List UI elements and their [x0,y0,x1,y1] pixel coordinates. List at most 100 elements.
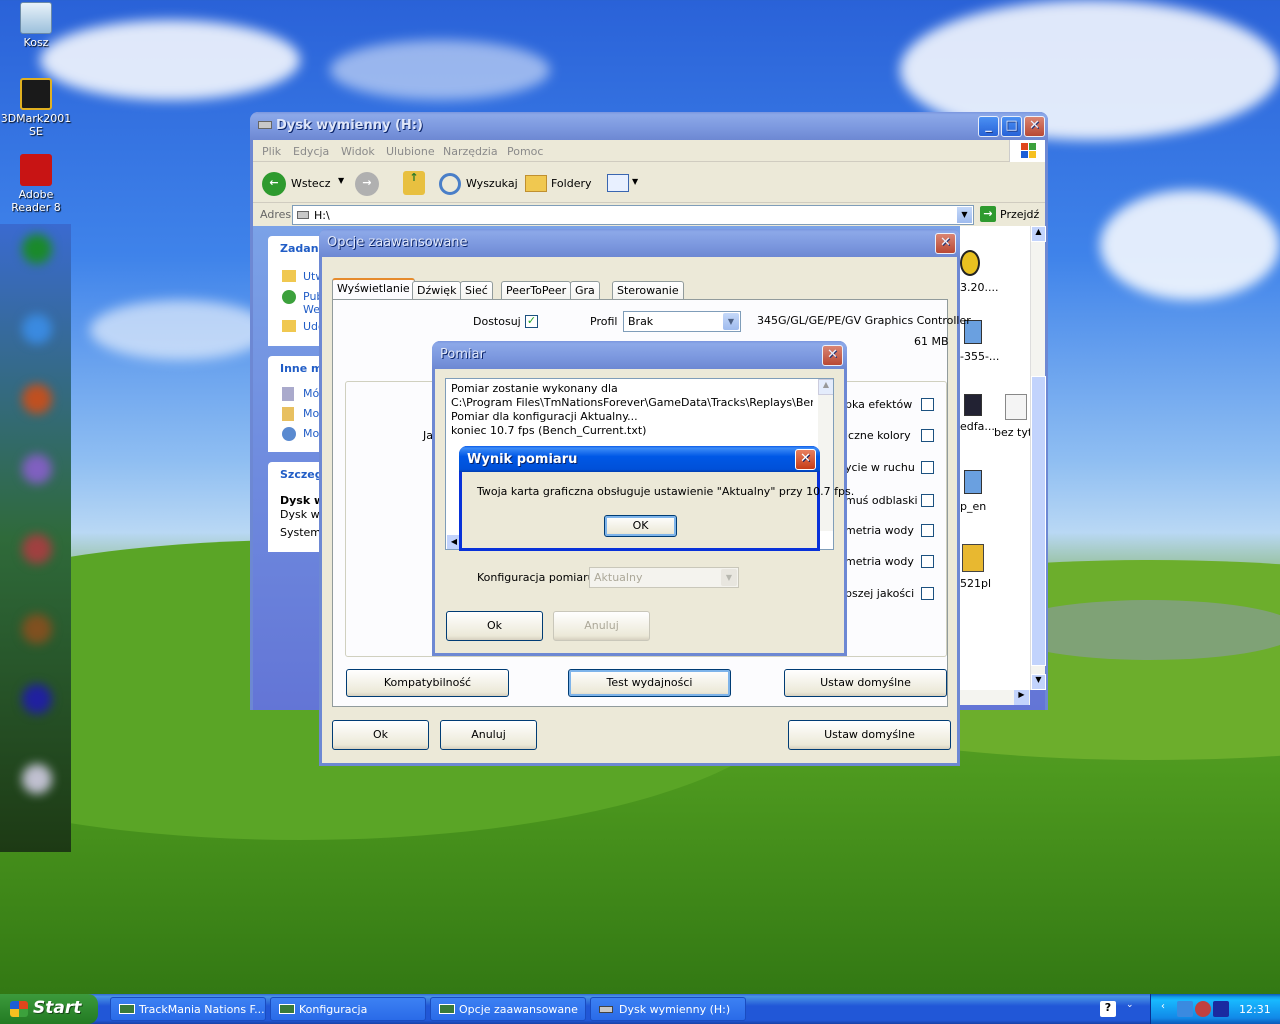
menu-edit[interactable]: Edycja [293,145,329,158]
address-input[interactable]: H:\ ▼ [292,205,974,225]
views-icon[interactable] [607,174,629,192]
exe-icon[interactable] [964,470,982,494]
option-checkbox[interactable] [921,398,934,411]
task-panel: Zadania Utw Pub Wel Udo [268,236,330,346]
tab-display[interactable]: Wyświetlanie [332,278,415,300]
task-advanced-options[interactable]: Opcje zaawansowane [430,997,586,1021]
option-checkbox[interactable] [921,555,934,568]
display-icon[interactable] [1213,1001,1229,1017]
show-hidden-icons-icon[interactable]: ‹ [1161,1001,1177,1017]
scroll-up-icon[interactable]: ▲ [818,379,833,395]
reset-defaults-button[interactable]: Ustaw domyślne [784,669,947,697]
tab-game[interactable]: Gra [570,281,600,300]
scroll-up-icon[interactable]: ▲ [1031,226,1046,242]
close-button[interactable]: ✕ [822,345,843,366]
performance-test-button[interactable]: Test wydajności [568,669,731,697]
file-label[interactable]: 521pl [960,577,991,590]
option-checkbox[interactable] [921,494,934,507]
folder-up-icon[interactable]: ↑ [403,171,425,195]
back-button[interactable]: Wstecz [291,177,331,190]
compatibility-button[interactable]: Kompatybilność [346,669,509,697]
customize-checkbox[interactable]: ✓ [525,315,538,328]
other-places-panel: Inne m Mój Moj Moj [268,356,324,452]
menu-view[interactable]: Widok [341,145,375,158]
forward-arrow-icon[interactable]: → [355,172,379,196]
file-list: 3.20.... -355-... edfa... bez tytu p_en … [960,226,1039,690]
file-label[interactable]: 3.20.... [960,281,998,294]
paint-file-icon[interactable] [1005,394,1027,420]
search-button[interactable]: Wyszukaj [466,177,518,190]
measurement-config-label: Konfiguracja pomiaru [477,571,595,584]
measurement-title-bar[interactable]: Pomiar ✕ [432,341,847,369]
result-ok-button[interactable]: OK [604,515,677,537]
archive-icon[interactable] [962,544,984,572]
file-icon[interactable] [960,250,980,276]
desktop-icon-label: 3DMark2001 SE [0,112,72,138]
profile-select[interactable]: Brak ▼ [623,311,741,332]
scroll-down-icon[interactable]: ▼ [1031,674,1046,690]
log-scrollbar[interactable]: ▲ [818,379,833,531]
help-icon[interactable]: ? [1100,1001,1116,1017]
tab-network[interactable]: Sieć [460,281,493,300]
option-checkbox[interactable] [921,461,934,474]
language-chevron-icon[interactable]: ⌄ [1126,1000,1134,1010]
details-title[interactable]: Szczeg [280,468,323,481]
adobe-reader-shortcut[interactable]: Adobe Reader 8 [0,154,72,214]
clock[interactable]: 12:31 [1239,1003,1271,1016]
cancel-button[interactable]: Anuluj [440,720,537,750]
option-checkbox[interactable] [921,524,934,537]
measurement-ok-button[interactable]: Ok [446,611,543,641]
security-icon[interactable] [1195,1001,1211,1017]
close-button[interactable]: ✕ [1024,116,1045,137]
network-icon[interactable] [1177,1001,1193,1017]
tab-sound[interactable]: Dźwięk [412,281,462,300]
scroll-right-icon[interactable]: ▶ [1014,690,1029,705]
minimize-button[interactable]: _ [978,116,999,137]
details-panel: Szczeg Dysk w Dysk wy System p [268,462,332,552]
file-label[interactable]: edfa... [960,420,995,433]
app-icon [119,1004,135,1014]
horizontal-scrollbar[interactable]: ▶ [960,690,1030,705]
menu-help[interactable]: Pomoc [507,145,543,158]
task-trackmania[interactable]: TrackMania Nations F... [110,997,266,1021]
close-button[interactable]: ✕ [935,233,956,254]
back-arrow-icon[interactable]: ← [262,172,286,196]
tab-peertopeer[interactable]: PeerToPeer [501,281,572,300]
start-label: Start [33,998,82,1018]
advanced-title: Opcje zaawansowane [327,235,468,250]
explorer-title-bar[interactable]: Dysk wymienny (H:) _ □ ✕ [250,112,1048,140]
menu-file[interactable]: Plik [262,145,281,158]
ok-button[interactable]: Ok [332,720,429,750]
start-button[interactable]: Start [0,994,98,1024]
address-dropdown-icon[interactable]: ▼ [957,207,972,223]
back-dropdown-icon[interactable]: ▼ [338,176,344,185]
views-dropdown-icon[interactable]: ▼ [632,177,638,186]
maximize-button[interactable]: □ [1001,116,1022,137]
file-label[interactable]: p_en [960,500,986,513]
file-label[interactable]: -355-... [960,350,999,363]
exe-icon[interactable] [964,394,982,416]
search-icon[interactable] [439,173,461,195]
scroll-thumb[interactable] [1031,376,1046,666]
tab-controls[interactable]: Sterowanie [612,281,684,300]
folders-icon[interactable] [525,175,547,192]
menu-favorites[interactable]: Ulubione [386,145,435,158]
3dmark-shortcut[interactable]: 3DMark2001 SE [0,78,72,138]
close-button[interactable]: ✕ [795,449,816,470]
my-documents-icon [282,407,294,421]
set-defaults-button[interactable]: Ustaw domyślne [788,720,951,750]
task-configuration[interactable]: Konfiguracja [270,997,426,1021]
go-button[interactable]: Przejdź [1000,208,1039,221]
result-title-bar[interactable]: Wynik pomiaru ✕ [459,446,820,472]
other-places-title[interactable]: Inne m [280,362,323,375]
go-arrow-icon[interactable]: → [980,206,996,222]
recycle-bin-shortcut[interactable]: Kosz [0,2,72,49]
option-label: bka efektów [845,398,913,411]
option-checkbox[interactable] [921,587,934,600]
vertical-scrollbar[interactable]: ▲ ▼ [1030,226,1046,690]
menu-tools[interactable]: Narzędzia [443,145,498,158]
option-checkbox[interactable] [921,429,934,442]
advanced-title-bar[interactable]: Opcje zaawansowane ✕ [319,229,960,257]
task-removable-disk[interactable]: Dysk wymienny (H:) [590,997,746,1021]
folders-button[interactable]: Foldery [551,177,592,190]
